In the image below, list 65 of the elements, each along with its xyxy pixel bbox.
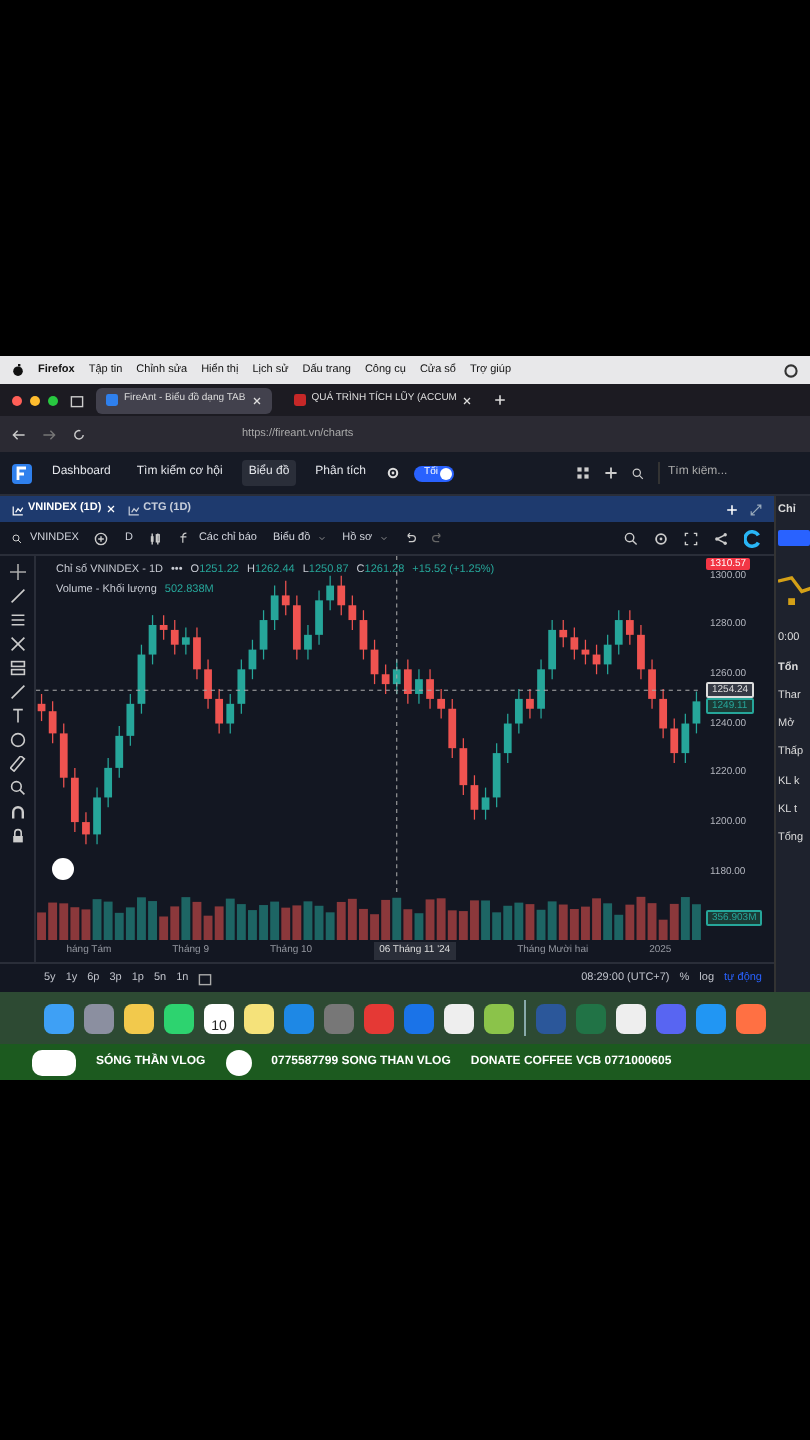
app-icon[interactable] <box>444 1003 474 1033</box>
app-icon[interactable] <box>44 1003 74 1033</box>
close-icon[interactable] <box>251 395 262 405</box>
candle <box>82 811 90 845</box>
candle <box>315 589 323 646</box>
candle <box>415 668 423 705</box>
fullscreen-icon[interactable] <box>684 531 698 545</box>
forward-icon[interactable] <box>42 427 56 441</box>
list-icon[interactable] <box>9 660 25 676</box>
redo-icon[interactable] <box>432 532 445 544</box>
crosshair-icon[interactable] <box>9 564 25 580</box>
lines-icon[interactable] <box>9 612 25 628</box>
app-icon[interactable] <box>164 1003 194 1033</box>
plus-icon[interactable] <box>604 466 618 480</box>
candle <box>526 688 534 720</box>
pattern-icon[interactable] <box>9 636 25 652</box>
app-icon[interactable] <box>124 1003 154 1033</box>
search-icon <box>12 533 22 543</box>
candle <box>637 624 645 680</box>
caret-icon <box>380 534 389 542</box>
search-icon[interactable] <box>632 467 644 479</box>
function-icon <box>178 532 191 544</box>
panel-button[interactable] <box>778 530 810 547</box>
add-symbol-icon[interactable] <box>94 531 109 545</box>
candle <box>304 624 312 661</box>
expand-icon[interactable] <box>750 503 762 515</box>
close-icon[interactable] <box>462 395 473 405</box>
candle-type-icon[interactable] <box>148 531 163 545</box>
candle <box>426 668 434 710</box>
apple-icon[interactable] <box>12 364 24 376</box>
magnet-icon[interactable] <box>9 804 25 820</box>
site-icon <box>106 394 118 406</box>
chart-icon <box>12 503 24 515</box>
reload-icon[interactable] <box>72 427 86 441</box>
status-icon[interactable] <box>784 363 798 377</box>
zoom-icon[interactable] <box>9 780 25 796</box>
refresh-icon[interactable] <box>744 529 762 547</box>
app-icon[interactable] <box>484 1003 514 1033</box>
line-icon[interactable] <box>9 588 25 604</box>
share-icon[interactable] <box>714 531 728 545</box>
candle <box>537 658 545 720</box>
candle <box>193 626 201 680</box>
zoom-icon[interactable] <box>624 531 638 545</box>
ruler-icon[interactable] <box>9 756 25 772</box>
page-icon <box>293 394 306 406</box>
date-range-icon[interactable] <box>198 971 213 985</box>
candle <box>93 787 101 845</box>
app-icon[interactable] <box>736 1003 766 1033</box>
caret-icon <box>318 534 327 542</box>
tab-overview-icon[interactable] <box>70 393 84 407</box>
back-icon[interactable] <box>12 427 26 441</box>
text-icon[interactable] <box>9 708 25 724</box>
lock-icon[interactable] <box>9 828 25 844</box>
undo-icon[interactable] <box>404 532 417 544</box>
grid-icon[interactable] <box>576 466 590 480</box>
chart-icon <box>127 503 140 515</box>
emoji-icon[interactable] <box>9 732 25 748</box>
brush-icon[interactable] <box>9 684 25 700</box>
candle <box>648 658 656 710</box>
app-icon[interactable] <box>616 1003 646 1033</box>
candle <box>204 658 212 710</box>
plus-icon[interactable] <box>494 394 507 406</box>
settings-icon[interactable] <box>386 466 401 480</box>
settings-icon[interactable] <box>654 531 668 545</box>
app-icon[interactable] <box>244 1003 274 1033</box>
